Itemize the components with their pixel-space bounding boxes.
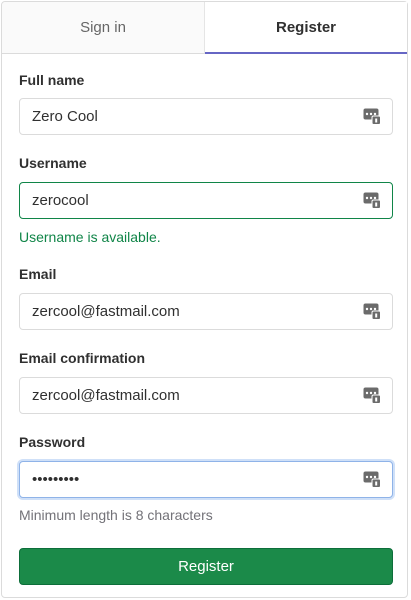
password-input-wrap [19, 461, 393, 498]
tab-sign-in[interactable]: Sign in [2, 2, 205, 53]
email-confirmation-input-wrap [19, 377, 393, 414]
email-input-wrap [19, 293, 393, 330]
username-field: Username Username is available. [19, 135, 393, 245]
register-form: Full name Username [2, 54, 407, 585]
password-hint: Minimum length is 8 characters [19, 507, 213, 523]
full-name-input[interactable] [19, 98, 393, 135]
password-manager-icon[interactable] [363, 108, 381, 125]
username-input[interactable] [19, 182, 393, 219]
register-button[interactable]: Register [19, 548, 393, 585]
password-manager-icon[interactable] [363, 192, 381, 209]
auth-tabs: Sign in Register [2, 2, 407, 54]
password-label: Password [19, 434, 86, 450]
auth-card: Sign in Register Full name Username [1, 1, 408, 598]
username-label: Username [19, 155, 87, 171]
email-confirmation-input[interactable] [19, 377, 393, 414]
password-manager-icon[interactable] [363, 303, 381, 320]
password-manager-icon[interactable] [363, 387, 381, 404]
email-confirmation-field: Email confirmation [19, 330, 393, 414]
full-name-field: Full name [19, 54, 393, 135]
email-label: Email [19, 266, 57, 282]
password-input[interactable] [19, 461, 393, 498]
email-field: Email [19, 245, 393, 330]
username-availability-message: Username is available. [19, 229, 161, 245]
email-input[interactable] [19, 293, 393, 330]
tab-register[interactable]: Register [205, 2, 407, 54]
email-confirmation-label: Email confirmation [19, 350, 146, 366]
full-name-label: Full name [19, 72, 85, 88]
full-name-input-wrap [19, 98, 393, 135]
username-input-wrap [19, 182, 393, 219]
password-field: Password Minimum length is 8 characters [19, 414, 393, 523]
submit-row: Register [19, 523, 393, 585]
password-manager-icon[interactable] [363, 471, 381, 488]
